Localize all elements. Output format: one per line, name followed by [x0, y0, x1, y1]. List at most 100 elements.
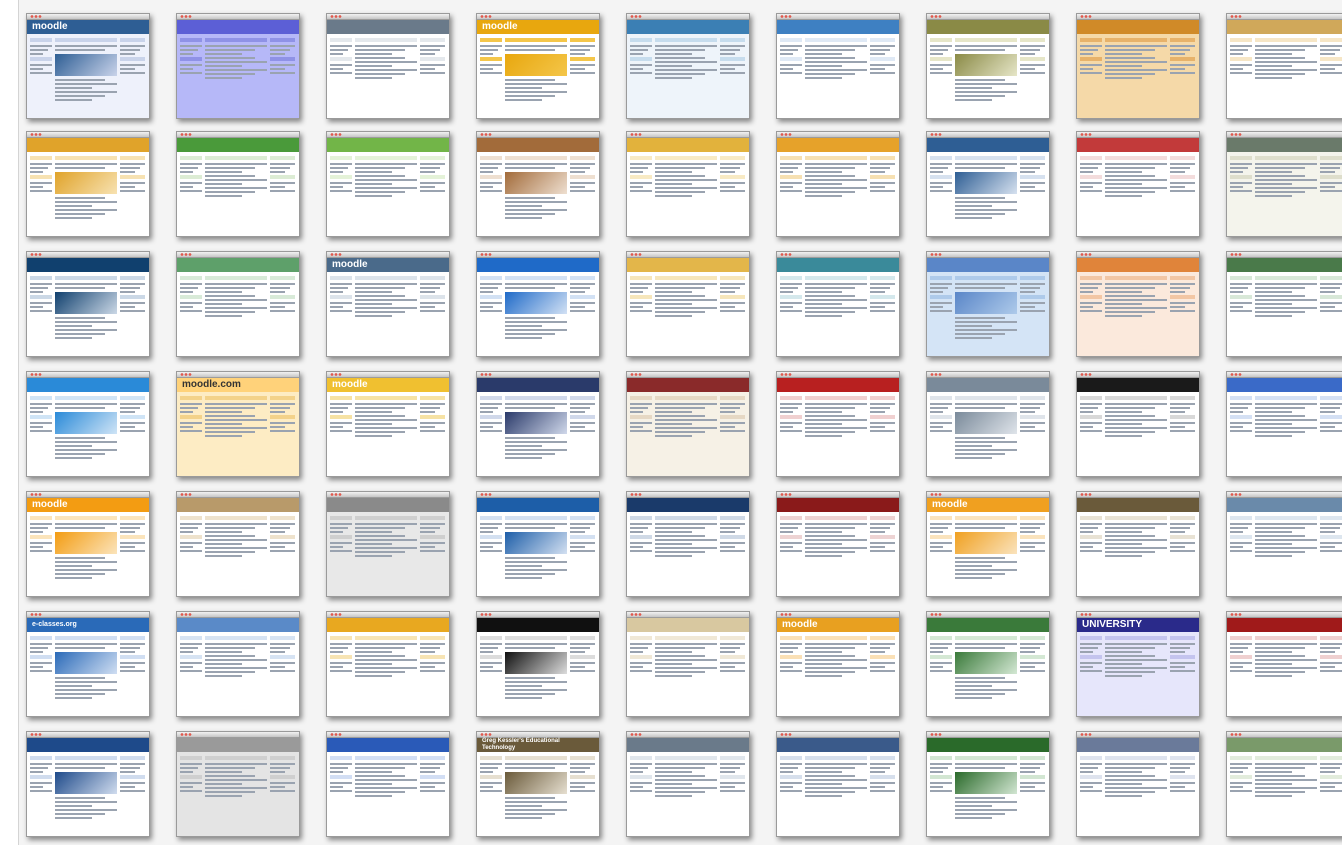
site-thumbnail[interactable] — [626, 611, 750, 717]
text-line — [630, 666, 644, 668]
site-thumbnail[interactable]: e-classes.org — [26, 611, 150, 717]
site-thumbnail[interactable] — [326, 13, 450, 119]
text-line — [1105, 411, 1143, 413]
site-thumbnail[interactable] — [1226, 611, 1342, 717]
text-line — [330, 310, 352, 312]
site-thumbnail[interactable] — [1226, 371, 1342, 477]
site-thumbnail[interactable] — [26, 731, 150, 837]
text-line — [120, 426, 135, 428]
text-line — [930, 662, 952, 664]
text-line — [1320, 306, 1335, 308]
site-thumbnail[interactable] — [326, 611, 450, 717]
site-thumbnail[interactable] — [326, 731, 450, 837]
site-thumbnail[interactable] — [926, 131, 1050, 237]
text-line — [1320, 647, 1340, 649]
site-thumbnail[interactable] — [176, 251, 300, 357]
site-thumbnail[interactable]: UNIVERSITY — [1076, 611, 1200, 717]
site-thumbnail[interactable] — [776, 371, 900, 477]
text-line — [1170, 171, 1185, 173]
site-thumbnail[interactable] — [626, 131, 750, 237]
site-thumbnail[interactable] — [476, 371, 600, 477]
site-thumbnail[interactable] — [926, 371, 1050, 477]
block-header — [205, 756, 267, 760]
main-column — [955, 636, 1017, 712]
site-thumbnail[interactable] — [776, 251, 900, 357]
site-thumbnail[interactable] — [926, 731, 1050, 837]
site-thumbnail[interactable]: moodle — [776, 611, 900, 717]
site-thumbnail[interactable] — [176, 611, 300, 717]
main-column — [355, 516, 417, 592]
site-thumbnail[interactable] — [1076, 491, 1200, 597]
site-thumbnail[interactable]: moodle.com — [176, 371, 300, 477]
block-header — [1105, 156, 1167, 160]
site-thumbnail[interactable] — [26, 251, 150, 357]
site-thumbnail[interactable] — [176, 13, 300, 119]
site-thumbnail[interactable] — [626, 491, 750, 597]
site-thumbnail[interactable] — [26, 371, 150, 477]
site-thumbnail[interactable] — [1226, 131, 1342, 237]
site-thumbnail[interactable]: moodle — [326, 371, 450, 477]
text-line — [205, 775, 255, 777]
site-thumbnail[interactable] — [176, 731, 300, 837]
text-line — [780, 550, 802, 552]
text-line — [655, 419, 717, 421]
text-line — [505, 167, 555, 169]
block-header — [270, 655, 295, 659]
text-line — [1105, 423, 1143, 425]
site-thumbnail[interactable]: moodle — [476, 13, 600, 119]
block-header — [120, 57, 145, 61]
site-thumbnail[interactable]: moodle — [326, 251, 450, 357]
site-thumbnail[interactable] — [776, 131, 900, 237]
site-thumbnail[interactable] — [1076, 13, 1200, 119]
site-thumbnail[interactable] — [1226, 13, 1342, 119]
site-thumbnail[interactable] — [476, 611, 600, 717]
site-thumbnail[interactable]: moodle — [26, 491, 150, 597]
site-thumbnail[interactable] — [626, 731, 750, 837]
right-sidebar — [1170, 756, 1195, 832]
block-header — [870, 775, 895, 779]
site-thumbnail[interactable] — [1226, 251, 1342, 357]
site-thumbnail[interactable]: moodle — [26, 13, 150, 119]
site-thumbnail[interactable] — [26, 131, 150, 237]
text-line — [480, 310, 502, 312]
text-line — [270, 531, 285, 533]
site-thumbnail[interactable] — [1226, 491, 1342, 597]
site-thumbnail[interactable] — [926, 13, 1050, 119]
site-thumbnail[interactable] — [776, 731, 900, 837]
site-thumbnail[interactable] — [1076, 731, 1200, 837]
site-thumbnail[interactable] — [776, 13, 900, 119]
site-thumbnail[interactable] — [326, 491, 450, 597]
site-thumbnail[interactable] — [476, 131, 600, 237]
text-line — [1020, 306, 1035, 308]
text-line — [955, 569, 1017, 571]
text-line — [570, 167, 590, 169]
site-thumbnail[interactable]: Greg Kessler's Educational Technology — [476, 731, 600, 837]
site-thumbnail[interactable] — [176, 491, 300, 597]
text-line — [930, 190, 952, 192]
site-thumbnail[interactable] — [476, 251, 600, 357]
site-thumbnail[interactable] — [926, 251, 1050, 357]
site-thumbnail[interactable] — [626, 371, 750, 477]
site-thumbnail[interactable] — [1076, 251, 1200, 357]
site-thumbnail[interactable] — [1226, 731, 1342, 837]
site-thumbnail[interactable] — [1076, 131, 1200, 237]
site-thumbnail[interactable] — [926, 611, 1050, 717]
block-header — [780, 396, 802, 400]
text-line — [1080, 430, 1102, 432]
text-line — [780, 68, 794, 70]
site-thumbnail[interactable] — [776, 491, 900, 597]
block-header — [570, 396, 595, 400]
text-line — [955, 573, 1005, 575]
block-header — [1020, 175, 1045, 179]
site-thumbnail[interactable]: moodle — [926, 491, 1050, 597]
site-thumbnail[interactable] — [1076, 371, 1200, 477]
block-header — [1080, 57, 1102, 61]
text-line — [55, 337, 93, 339]
site-thumbnail[interactable] — [626, 13, 750, 119]
block-header — [780, 295, 802, 299]
site-thumbnail[interactable] — [176, 131, 300, 237]
site-thumbnail[interactable] — [476, 491, 600, 597]
site-thumbnail[interactable] — [326, 131, 450, 237]
site-thumbnail[interactable] — [626, 251, 750, 357]
site-content — [627, 35, 749, 118]
